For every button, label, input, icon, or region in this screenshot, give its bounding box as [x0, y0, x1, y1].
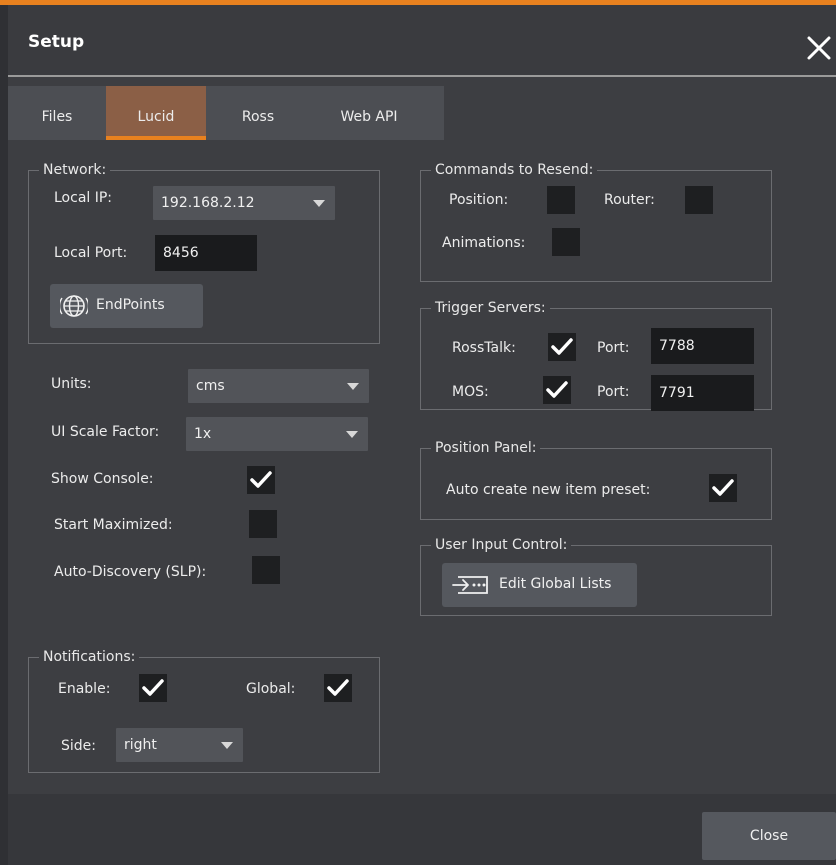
tab-web-api-label: Web API [340, 109, 398, 125]
position-panel-legend: Position Panel: [435, 440, 537, 456]
dialog-title-bar: Setup [8, 5, 836, 75]
router-label: Router: [604, 192, 655, 208]
edit-global-lists-label: Edit Global Lists [499, 576, 612, 592]
close-icon[interactable] [806, 35, 832, 61]
local-port-input[interactable]: 8456 [155, 235, 257, 271]
tab-ross[interactable]: Ross [206, 86, 310, 140]
tab-web-api[interactable]: Web API [310, 86, 428, 140]
mos-port-input[interactable]: 7791 [651, 375, 754, 411]
edit-global-lists-button[interactable]: Edit Global Lists [442, 563, 637, 607]
start-maximized-checkbox[interactable] [249, 510, 277, 538]
chevron-down-icon [346, 431, 358, 438]
checkmark-icon [250, 471, 272, 488]
tab-files-label: Files [41, 109, 73, 125]
show-console-checkbox[interactable] [247, 466, 275, 494]
chevron-down-icon [347, 383, 359, 390]
tab-content-lucid: Network: Local IP: 192.168.2.12 Local Po… [8, 140, 836, 794]
animations-label: Animations: [442, 235, 526, 251]
commands-to-resend-group: Commands to Resend: [420, 162, 772, 282]
units-label: Units: [51, 376, 92, 392]
side-select[interactable]: right [116, 728, 243, 762]
checkmark-icon [327, 679, 349, 696]
endpoints-button[interactable]: EndPoints [50, 284, 203, 328]
mos-port-label: Port: [597, 384, 630, 400]
rosstalk-port-input[interactable]: 7788 [651, 328, 754, 364]
resend-animations-checkbox[interactable] [552, 228, 580, 256]
dialog-title: Setup [28, 32, 85, 52]
checkmark-icon [551, 338, 573, 355]
auto-create-preset-checkbox[interactable] [709, 474, 737, 502]
endpoints-label: EndPoints [96, 297, 165, 313]
side-label: Side: [61, 738, 96, 754]
local-ip-value: 192.168.2.12 [161, 195, 255, 211]
ui-scale-label: UI Scale Factor: [51, 424, 160, 440]
trigger-servers-legend: Trigger Servers: [435, 300, 546, 316]
notifications-legend: Notifications: [43, 649, 136, 665]
checkmark-icon [712, 479, 734, 496]
units-select[interactable]: cms [188, 369, 369, 403]
commands-to-resend-legend: Commands to Resend: [435, 162, 594, 178]
local-ip-select[interactable]: 192.168.2.12 [153, 186, 335, 220]
rosstalk-port-label: Port: [597, 340, 630, 356]
chevron-down-icon [221, 742, 233, 749]
auto-discovery-checkbox[interactable] [252, 556, 280, 584]
auto-discovery-label: Auto-Discovery (SLP): [54, 564, 207, 580]
close-button[interactable]: Close [702, 812, 836, 860]
enable-notifications-checkbox[interactable] [139, 674, 167, 702]
local-port-label: Local Port: [54, 245, 128, 261]
side-value: right [124, 737, 157, 753]
position-label: Position: [449, 192, 509, 208]
resend-router-checkbox[interactable] [685, 186, 713, 214]
start-maximized-label: Start Maximized: [54, 517, 173, 533]
ui-scale-select[interactable]: 1x [186, 417, 368, 451]
title-divider [8, 75, 836, 77]
tab-bar: Files Lucid Ross Web API [8, 86, 444, 140]
auto-create-preset-label: Auto create new item preset: [446, 482, 651, 498]
global-notifications-checkbox[interactable] [324, 674, 352, 702]
tab-lucid-label: Lucid [137, 109, 175, 125]
mos-label: MOS: [452, 384, 489, 400]
network-legend: Network: [43, 162, 107, 178]
tab-files[interactable]: Files [8, 86, 106, 140]
network-globe-icon [58, 292, 90, 324]
local-ip-label: Local IP: [54, 190, 113, 206]
show-console-label: Show Console: [51, 471, 154, 487]
mos-checkbox[interactable] [543, 376, 571, 404]
resend-position-checkbox[interactable] [547, 186, 575, 214]
tab-ross-label: Ross [241, 109, 275, 125]
tab-lucid[interactable]: Lucid [106, 86, 206, 140]
chevron-down-icon [313, 200, 325, 207]
units-value: cms [196, 378, 225, 394]
checkmark-icon [546, 381, 568, 398]
enable-label: Enable: [58, 681, 111, 697]
rosstalk-label: RossTalk: [452, 340, 516, 356]
left-edge-strip [0, 5, 8, 865]
global-label: Global: [246, 681, 296, 697]
checkmark-icon [142, 679, 164, 696]
user-input-control-legend: User Input Control: [435, 537, 568, 553]
ui-scale-value: 1x [194, 426, 212, 442]
rosstalk-checkbox[interactable] [548, 333, 576, 361]
input-arrow-icon [452, 574, 490, 600]
dialog-footer: Close [8, 794, 836, 865]
